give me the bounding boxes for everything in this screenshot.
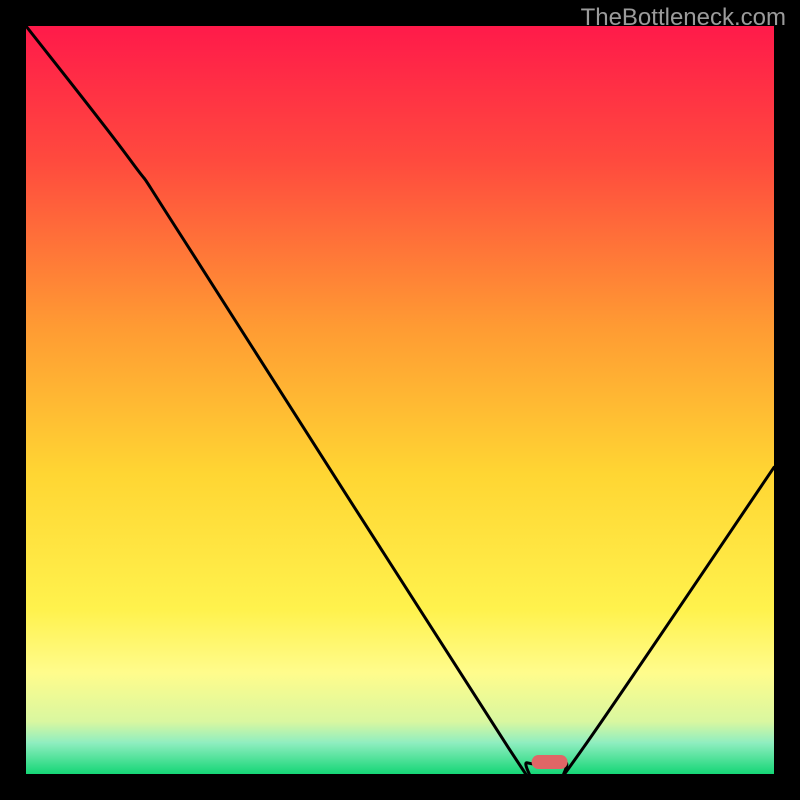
bottleneck-chart: TheBottleneck.com xyxy=(0,0,800,800)
optimal-marker xyxy=(532,755,568,769)
watermark-text: TheBottleneck.com xyxy=(581,4,786,32)
chart-svg xyxy=(0,0,800,800)
chart-plot-area xyxy=(26,26,774,774)
